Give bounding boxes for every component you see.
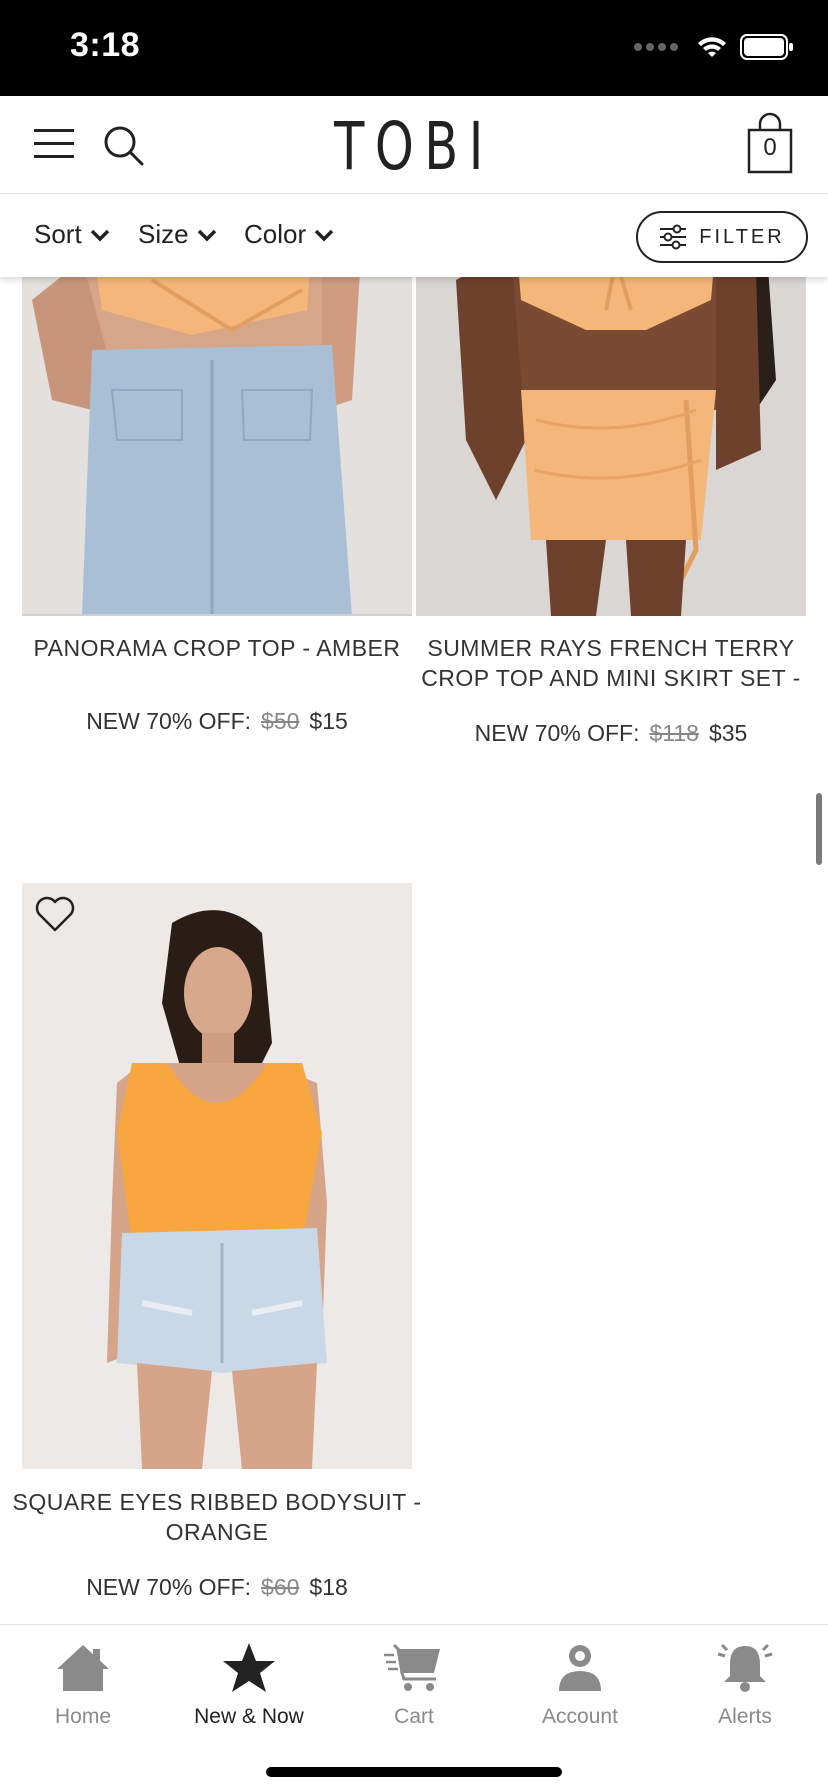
home-icon [57,1645,109,1691]
scrollbar[interactable] [816,793,822,865]
product-photo [416,240,806,616]
brand-logo[interactable]: TOBI [104,108,725,185]
sale-price: $15 [309,708,348,734]
product-image[interactable] [416,240,806,616]
size-dropdown[interactable]: Size [138,219,217,250]
product-price: NEW 70% OFF: $60 $18 [22,1574,412,1601]
price-prefix: NEW 70% OFF: [86,708,252,734]
color-label: Color [244,219,307,249]
tab-alerts[interactable]: Alerts [662,1639,828,1729]
status-time: 3:18 [70,26,141,64]
home-indicator[interactable] [266,1767,562,1777]
product-name-line: CROP TOP AND MINI SKIRT SET - [421,665,801,691]
filter-bar: Sort Size Color FILTER [0,195,828,277]
product-name-line: SQUARE EYES RIBBED BODYSUIT - [12,1489,422,1515]
price-prefix: NEW 70% OFF: [86,1574,252,1600]
status-bar: 3:18 [0,0,828,96]
price-prefix: NEW 70% OFF: [474,720,640,746]
tab-label: Home [54,1705,112,1728]
tab-label: Account [542,1705,618,1728]
app-header: TOBI 0 [0,96,828,194]
product-image[interactable] [22,883,412,1469]
chevron-down-icon [197,229,216,241]
product-photo [22,240,412,616]
filter-label: FILTER [699,225,785,248]
tab-label: Cart [394,1705,434,1728]
tab-new-and-now[interactable]: New & Now [166,1639,332,1729]
account-icon [559,1645,601,1691]
product-name[interactable]: SUMMER RAYS FRENCH TERRY CROP TOP AND MI… [416,633,806,693]
color-dropdown[interactable]: Color [244,219,334,250]
cart-count-badge: 0 [763,134,777,161]
original-price: $60 [261,1574,300,1600]
heart-icon[interactable] [34,895,76,933]
product-price: NEW 70% OFF: $118 $35 [416,720,806,747]
sliders-icon [660,224,687,250]
product-name[interactable]: PANORAMA CROP TOP - AMBER [22,633,412,663]
bell-icon [717,1643,773,1692]
tab-label: Alerts [718,1705,772,1728]
product-name-line: SUMMER RAYS FRENCH TERRY [427,635,795,661]
star-icon [223,1643,275,1692]
battery-icon [740,34,793,60]
size-label: Size [138,219,189,249]
sort-dropdown[interactable]: Sort [34,219,110,250]
tab-cart[interactable]: Cart [331,1639,497,1729]
hamburger-menu-icon[interactable] [34,129,74,159]
chevron-down-icon [90,229,109,241]
cart-icon [384,1643,440,1691]
sort-label: Sort [34,219,82,249]
wifi-icon [698,37,726,57]
tab-account[interactable]: Account [497,1639,663,1729]
product-photo [22,883,412,1469]
filter-button[interactable]: FILTER [636,211,808,263]
tab-label: New & Now [194,1705,304,1728]
original-price: $118 [649,720,699,746]
original-price: $50 [261,708,300,734]
status-icons [634,34,794,60]
sale-price: $35 [708,720,748,746]
product-name[interactable]: SQUARE EYES RIBBED BODYSUIT - ORANGE [10,1487,424,1547]
chevron-down-icon [314,229,334,241]
sale-price: $18 [309,1574,348,1600]
tab-home[interactable]: Home [0,1639,166,1729]
product-name-line: ORANGE [165,1519,269,1545]
product-image[interactable] [22,240,412,616]
product-price: NEW 70% OFF: $50 $15 [22,708,412,735]
cellular-signal-icon [634,43,678,51]
